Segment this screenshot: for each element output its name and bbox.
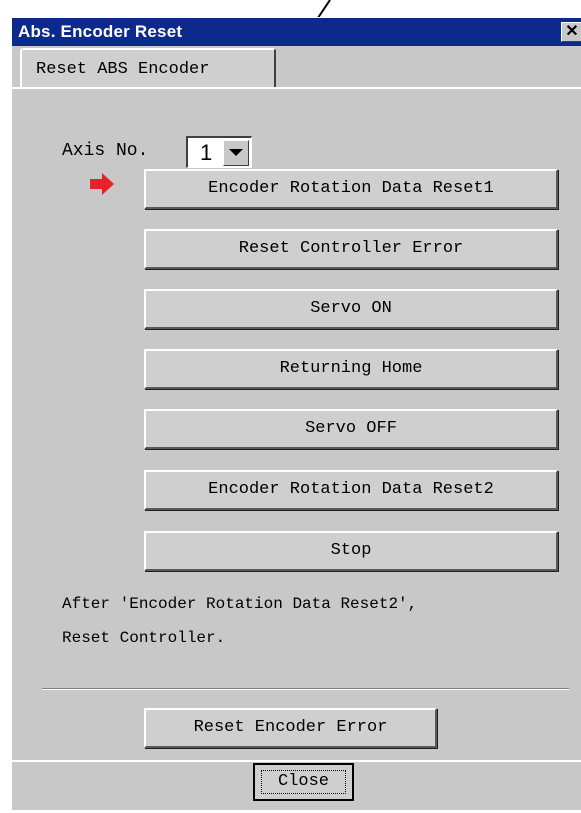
axis-no-value: 1 [200, 140, 213, 165]
close-window-icon[interactable]: ✕ [561, 22, 581, 42]
close-button[interactable]: Close [253, 763, 354, 801]
divider [42, 688, 569, 690]
instruction-note-line1: After 'Encoder Rotation Data Reset2', [62, 595, 418, 613]
stop-button[interactable]: Stop [144, 531, 558, 571]
servo-off-button[interactable]: Servo OFF [144, 409, 558, 449]
tab-label: Reset ABS Encoder [36, 60, 210, 79]
close-button-label: Close [277, 772, 329, 791]
instruction-note-line2: Reset Controller. [62, 629, 226, 647]
arrow-right-icon [90, 173, 114, 195]
reset-controller-error-button[interactable]: Reset Controller Error [144, 229, 558, 269]
tab-panel: Axis No. 1 Encoder Rotation Data Reset1 … [12, 87, 581, 760]
reset-encoder-error-button[interactable]: Reset Encoder Error [144, 708, 437, 748]
title-bar: Abs. Encoder Reset ✕ [12, 18, 581, 46]
encoder-rotation-data-reset1-button[interactable]: Encoder Rotation Data Reset1 [144, 169, 558, 209]
axis-no-label: Axis No. [62, 141, 149, 161]
window-title: Abs. Encoder Reset [18, 22, 183, 41]
tab-reset-abs-encoder[interactable]: Reset ABS Encoder [20, 48, 276, 88]
encoder-rotation-data-reset2-button[interactable]: Encoder Rotation Data Reset2 [144, 470, 558, 510]
axis-no-select[interactable]: 1 [186, 136, 252, 168]
dialog-footer: Close [12, 760, 581, 813]
servo-on-button[interactable]: Servo ON [144, 289, 558, 329]
chevron-down-icon[interactable] [223, 140, 249, 166]
abs-encoder-reset-dialog: Abs. Encoder Reset ✕ Reset ABS Encoder A… [10, 17, 581, 810]
returning-home-button[interactable]: Returning Home [144, 349, 558, 389]
